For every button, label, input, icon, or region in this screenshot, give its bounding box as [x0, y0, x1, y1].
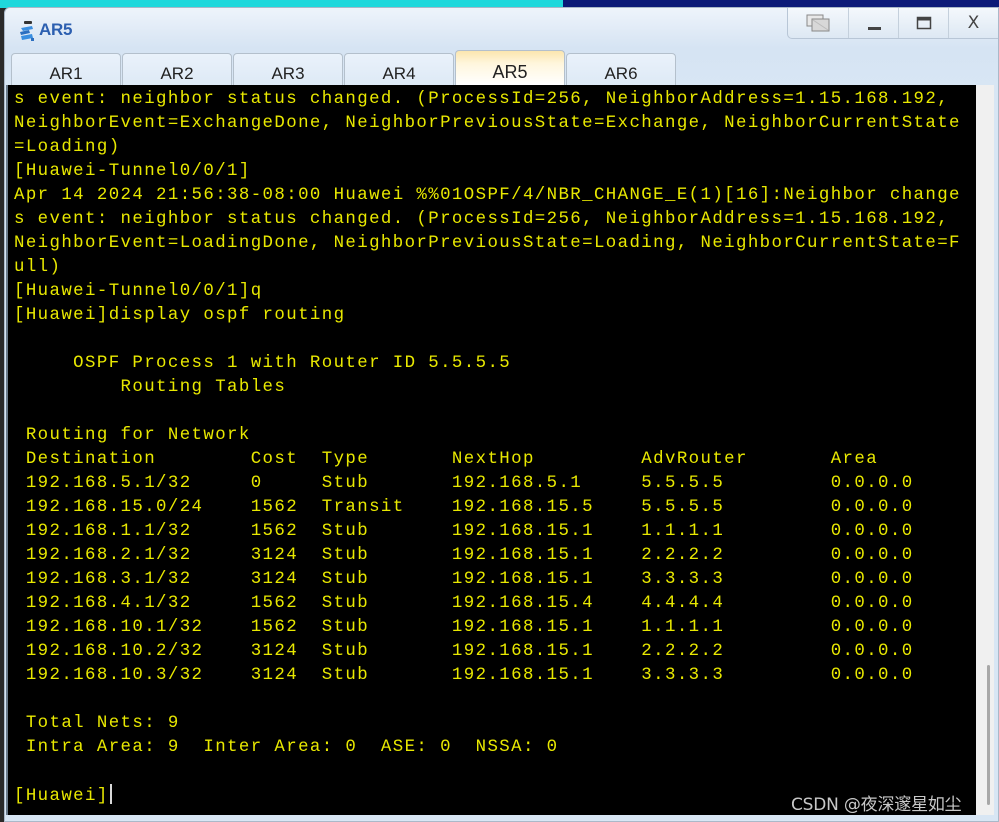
routing-table-row: 192.168.10.1/32 1562 Stub 192.168.15.1 1…: [14, 618, 914, 637]
maximize-button[interactable]: [898, 8, 948, 38]
window-title: AR5: [39, 20, 73, 39]
tab-label: AR2: [160, 63, 194, 83]
terminal-line: NeighborEvent=ExchangeDone, NeighborPrev…: [14, 114, 961, 133]
tab-label: AR4: [382, 63, 416, 83]
routing-table-row: 192.168.1.1/32 1562 Stub 192.168.15.1 1.…: [14, 522, 914, 541]
terminal-line: s event: neighbor status changed. (Proce…: [14, 90, 950, 109]
terminal-line: ull): [14, 258, 62, 277]
tab-label: AR6: [604, 63, 638, 83]
minimize-icon: [867, 27, 881, 30]
routing-table-row: 192.168.2.1/32 3124 Stub 192.168.15.1 2.…: [14, 546, 914, 565]
terminal-line: [Huawei-Tunnel0/0/1]: [14, 162, 251, 181]
watermark: CSDN @夜深邃星如尘: [791, 795, 962, 815]
routing-summary-line: Intra Area: 9 Inter Area: 0 ASE: 0 NSSA:…: [14, 738, 559, 757]
terminal-text: s event: neighbor status changed. (Proce…: [14, 88, 961, 808]
routing-table-row: 192.168.10.2/32 3124 Stub 192.168.15.1 2…: [14, 642, 914, 661]
routing-table-row: 192.168.3.1/32 3124 Stub 192.168.15.1 3.…: [14, 570, 914, 589]
terminal-line: =Loading): [14, 138, 121, 157]
vertical-scrollbar[interactable]: [976, 85, 994, 815]
text-cursor: [109, 784, 112, 804]
routing-summary-line: Total Nets: 9: [14, 714, 180, 733]
restore-icon: [806, 14, 830, 32]
restore-window-button[interactable]: [788, 8, 848, 38]
routing-table-header: Destination Cost Type NextHop AdvRouter …: [14, 450, 879, 469]
terminal-line: Apr 14 2024 21:56:38-08:00 Huawei %%01OS…: [14, 186, 961, 205]
routing-table-row: 192.168.15.0/24 1562 Transit 192.168.15.…: [14, 498, 914, 517]
title-bar[interactable]: AR5 X: [5, 8, 998, 46]
routing-table-row: 192.168.10.3/32 3124 Stub 192.168.15.1 3…: [14, 666, 914, 685]
scrollbar-thumb[interactable]: [987, 665, 990, 805]
terminal-line: s event: neighbor status changed. (Proce…: [14, 210, 950, 229]
terminal-line: Routing Tables: [14, 378, 287, 397]
minimize-button[interactable]: [848, 8, 898, 38]
close-button[interactable]: X: [948, 8, 998, 38]
window-controls: X: [787, 8, 998, 39]
terminal-line: [Huawei-Tunnel0/0/1]q: [14, 282, 263, 301]
maximize-icon: [916, 16, 931, 30]
terminal-output[interactable]: s event: neighbor status changed. (Proce…: [6, 85, 978, 815]
terminal-line: Routing for Network: [14, 426, 251, 445]
routing-table-row: 192.168.4.1/32 1562 Stub 192.168.15.4 4.…: [14, 594, 914, 613]
router-app-icon: [18, 20, 36, 42]
routing-table-row: 192.168.5.1/32 0 Stub 192.168.5.1 5.5.5.…: [14, 474, 914, 493]
terminal-line: OSPF Process 1 with Router ID 5.5.5.5: [14, 354, 512, 373]
tab-label: AR3: [271, 63, 305, 83]
tab-label: AR1: [49, 63, 83, 83]
terminal-line: [Huawei]display ospf routing: [14, 306, 346, 325]
close-icon: X: [967, 13, 980, 33]
tab-label: AR5: [492, 61, 528, 82]
terminal-line: NeighborEvent=LoadingDone, NeighborPrevi…: [14, 234, 961, 253]
